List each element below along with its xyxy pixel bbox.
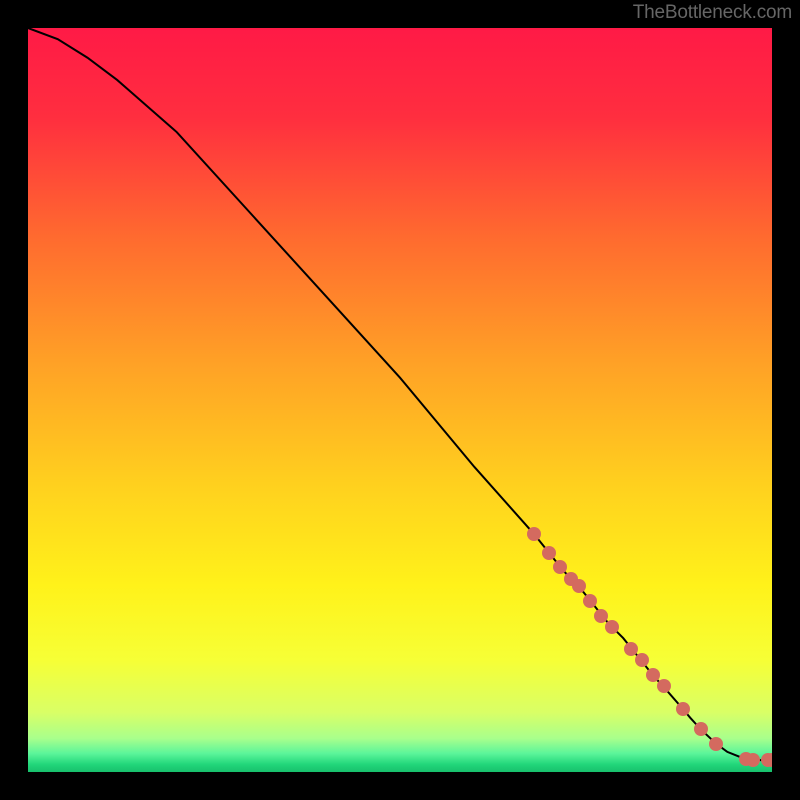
- background-gradient: [28, 28, 772, 772]
- data-point: [657, 679, 671, 693]
- data-point: [765, 753, 772, 767]
- plot-area: [28, 28, 772, 772]
- data-point: [746, 753, 760, 767]
- watermark-text: TheBottleneck.com: [633, 2, 792, 24]
- data-point: [527, 527, 541, 541]
- data-point: [676, 702, 690, 716]
- data-point: [583, 594, 597, 608]
- data-point: [646, 668, 660, 682]
- data-point: [635, 653, 649, 667]
- data-point: [694, 722, 708, 736]
- data-point: [624, 642, 638, 656]
- chart-frame: [0, 0, 800, 800]
- data-point: [605, 620, 619, 634]
- data-point: [553, 560, 567, 574]
- data-point: [594, 609, 608, 623]
- data-point: [572, 579, 586, 593]
- data-point: [709, 737, 723, 751]
- data-point: [542, 546, 556, 560]
